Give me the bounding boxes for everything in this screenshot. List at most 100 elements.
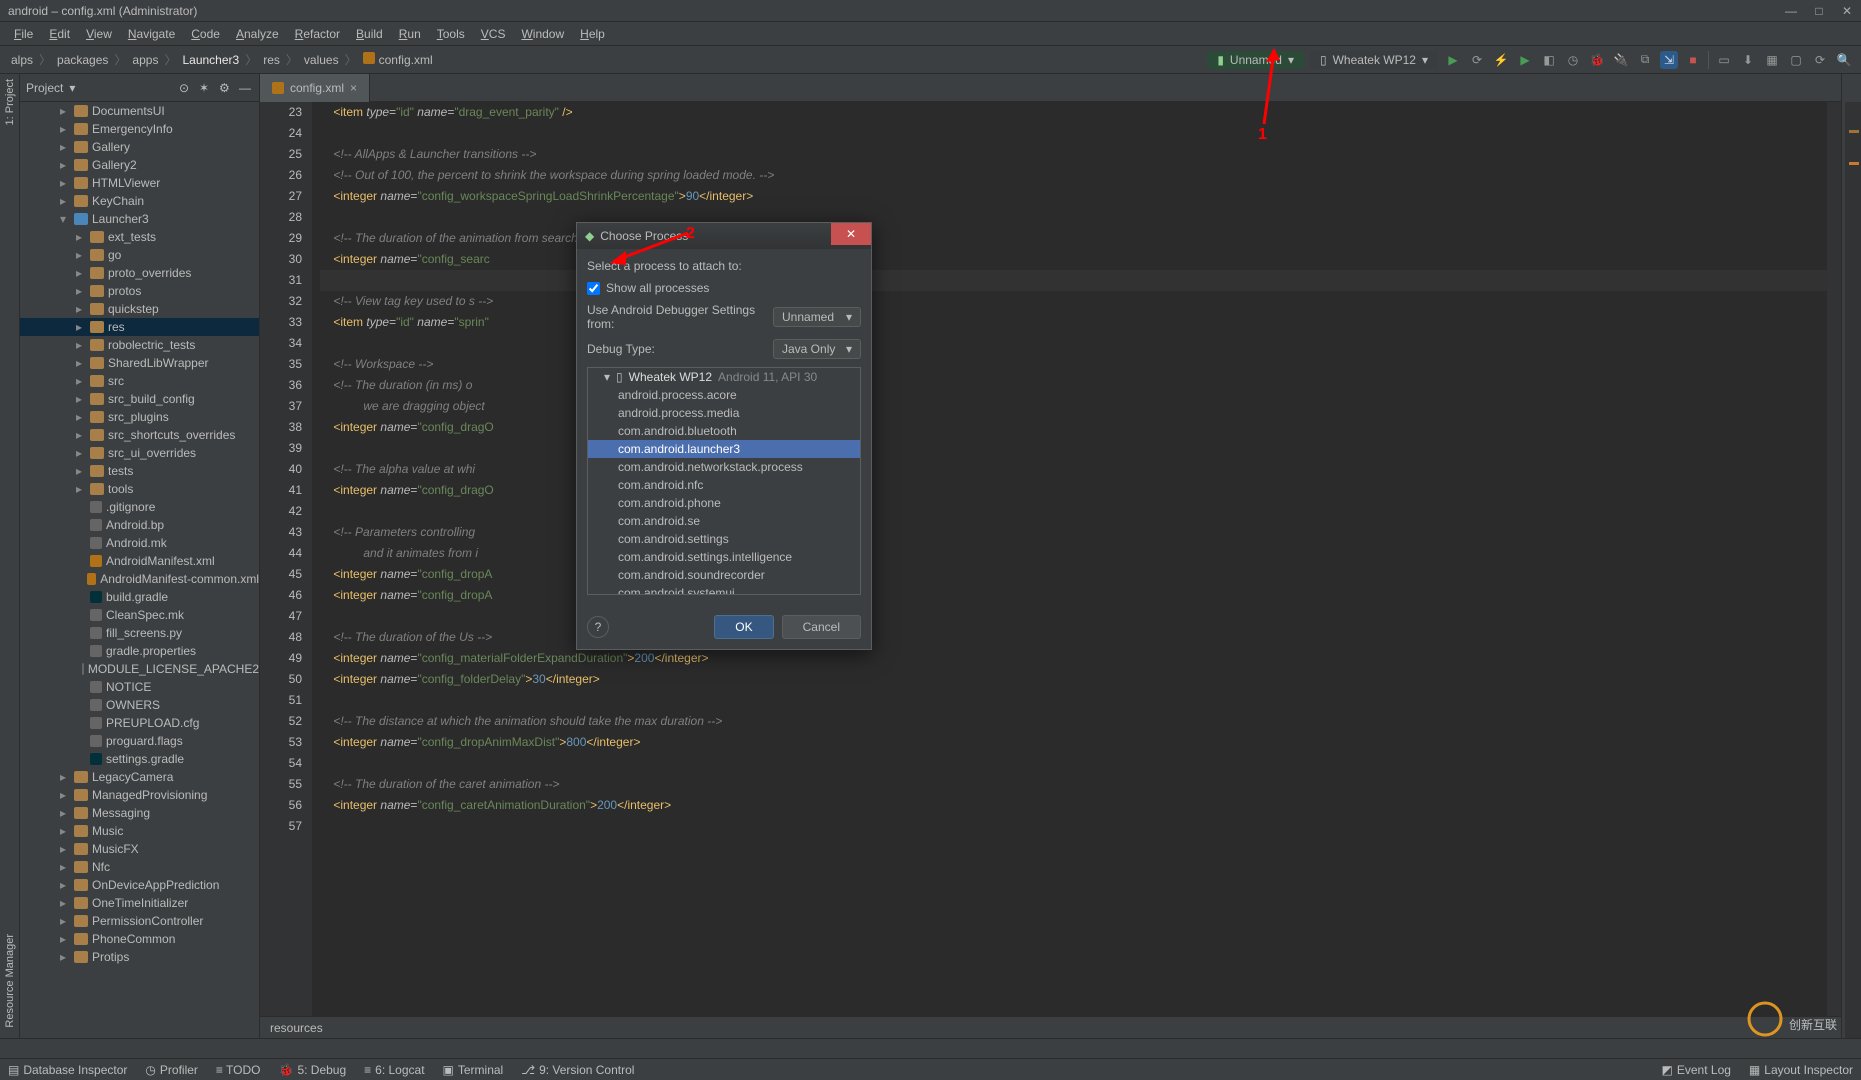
tree-folder-gallery2[interactable]: ▸Gallery2 [20, 156, 259, 174]
process-item[interactable]: com.android.bluetooth [588, 422, 860, 440]
tool-tab-profiler[interactable]: ◷Profiler [145, 1063, 198, 1077]
tool-tab-terminal[interactable]: ▣Terminal [443, 1063, 504, 1077]
tree-file-fill-screens-py[interactable]: fill_screens.py [20, 624, 259, 642]
locate-icon[interactable]: ⊙ [179, 81, 193, 95]
tree-file-gradle-properties[interactable]: gradle.properties [20, 642, 259, 660]
ok-button[interactable]: OK [714, 615, 773, 639]
tool-tab-layoutinspector[interactable]: ▦Layout Inspector [1749, 1063, 1853, 1077]
process-item[interactable]: com.android.nfc [588, 476, 860, 494]
tree-folder-htmlviewer[interactable]: ▸HTMLViewer [20, 174, 259, 192]
menu-edit[interactable]: Edit [41, 23, 78, 45]
tree-folder-emergencyinfo[interactable]: ▸EmergencyInfo [20, 120, 259, 138]
sdk-manager-icon[interactable]: ⬇ [1739, 51, 1757, 69]
resource-manager-icon[interactable]: ▦ [1763, 51, 1781, 69]
menu-vcs[interactable]: VCS [473, 23, 514, 45]
device-header[interactable]: ▾▯Wheatek WP12 Android 11, API 30 [588, 368, 860, 386]
tree-folder-documentsui[interactable]: ▸DocumentsUI [20, 102, 259, 120]
breadcrumb-item[interactable]: res [260, 53, 283, 67]
tool-tab-todo[interactable]: ≡ TODO [216, 1063, 261, 1077]
tree-folder-messaging[interactable]: ▸Messaging [20, 804, 259, 822]
expand-icon[interactable]: ✶ [199, 81, 213, 95]
tree-folder-keychain[interactable]: ▸KeyChain [20, 192, 259, 210]
breadcrumb-item[interactable]: apps [129, 53, 161, 67]
tree-folder-launcher3[interactable]: ▾Launcher3 [20, 210, 259, 228]
breadcrumb-item[interactable]: config.xml [360, 53, 436, 67]
tree-folder-src[interactable]: ▸src [20, 372, 259, 390]
tree-file-cleanspec-mk[interactable]: CleanSpec.mk [20, 606, 259, 624]
tree-file-module-license-apache2[interactable]: MODULE_LICENSE_APACHE2 [20, 660, 259, 678]
hide-icon[interactable]: — [239, 81, 253, 95]
process-item[interactable]: com.android.settings.intelligence [588, 548, 860, 566]
breadcrumb-item[interactable]: Launcher3 [179, 53, 242, 67]
dialog-close-icon[interactable]: ✕ [831, 223, 871, 245]
apply-changes-icon[interactable]: ⟳ [1468, 51, 1486, 69]
process-item[interactable]: com.android.soundrecorder [588, 566, 860, 584]
tree-folder-legacycamera[interactable]: ▸LegacyCamera [20, 768, 259, 786]
breadcrumb-item[interactable]: alps [8, 53, 36, 67]
process-item[interactable]: com.android.settings [588, 530, 860, 548]
tree-folder-protips[interactable]: ▸Protips [20, 948, 259, 966]
editor-breadcrumb[interactable]: resources [260, 1016, 1841, 1038]
tree-folder-src-ui-overrides[interactable]: ▸src_ui_overrides [20, 444, 259, 462]
tree-folder-robolectric-tests[interactable]: ▸robolectric_tests [20, 336, 259, 354]
process-item[interactable]: com.android.se [588, 512, 860, 530]
menu-code[interactable]: Code [183, 23, 228, 45]
gear-icon[interactable]: ⚙ [219, 81, 233, 95]
debug-type-combo[interactable]: Java Only▾ [773, 339, 861, 359]
debug-icon[interactable]: ▶ [1516, 51, 1534, 69]
search-icon[interactable]: 🔍 [1835, 51, 1853, 69]
tree-folder-music[interactable]: ▸Music [20, 822, 259, 840]
menu-view[interactable]: View [78, 23, 120, 45]
tree-folder-gallery[interactable]: ▸Gallery [20, 138, 259, 156]
run-config-selector[interactable]: ▮ Unnamed ▾ [1207, 51, 1304, 69]
tree-file-androidmanifest-xml[interactable]: AndroidManifest.xml [20, 552, 259, 570]
tool-tab-logcat[interactable]: ≡6: Logcat [364, 1063, 424, 1077]
tree-file-build-gradle[interactable]: build.gradle [20, 588, 259, 606]
device-selector[interactable]: ▯ Wheatek WP12 ▾ [1310, 51, 1438, 69]
tree-folder-tests[interactable]: ▸tests [20, 462, 259, 480]
tree-folder-quickstep[interactable]: ▸quickstep [20, 300, 259, 318]
tree-folder-onetimeinitializer[interactable]: ▸OneTimeInitializer [20, 894, 259, 912]
tree-folder-src-build-config[interactable]: ▸src_build_config [20, 390, 259, 408]
tree-folder-nfc[interactable]: ▸Nfc [20, 858, 259, 876]
menu-navigate[interactable]: Navigate [120, 23, 183, 45]
attach-to-process-icon[interactable]: ⇲ [1660, 51, 1678, 69]
tool-tab-vcs[interactable]: ⎇9: Version Control [521, 1063, 634, 1077]
process-item[interactable]: com.android.phone [588, 494, 860, 512]
tool-tab-debug[interactable]: 🐞5: Debug [278, 1063, 346, 1077]
project-view-selector[interactable]: Project [26, 81, 63, 95]
menu-help[interactable]: Help [572, 23, 613, 45]
tree-folder-ondeviceappprediction[interactable]: ▸OnDeviceAppPrediction [20, 876, 259, 894]
tree-file-owners[interactable]: OWNERS [20, 696, 259, 714]
help-icon[interactable]: ? [587, 616, 609, 638]
tool-tab-eventlog[interactable]: ◩Event Log [1662, 1063, 1731, 1077]
tree-folder-tools[interactable]: ▸tools [20, 480, 259, 498]
process-item[interactable]: android.process.media [588, 404, 860, 422]
editor-tab-config[interactable]: config.xml × [260, 74, 370, 102]
tree-folder-src-plugins[interactable]: ▸src_plugins [20, 408, 259, 426]
menu-file[interactable]: File [6, 23, 41, 45]
tree-file-android-mk[interactable]: Android.mk [20, 534, 259, 552]
attach-debugger-icon[interactable]: 🔌 [1612, 51, 1630, 69]
process-item[interactable]: android.process.acore [588, 386, 860, 404]
tree-folder-sharedlibwrapper[interactable]: ▸SharedLibWrapper [20, 354, 259, 372]
tree-file-preupload-cfg[interactable]: PREUPLOAD.cfg [20, 714, 259, 732]
tree-file--gitignore[interactable]: .gitignore [20, 498, 259, 516]
menu-analyze[interactable]: Analyze [228, 23, 287, 45]
tree-folder-phonecommon[interactable]: ▸PhoneCommon [20, 930, 259, 948]
process-item[interactable]: com.android.launcher3 [588, 440, 860, 458]
apply-code-icon[interactable]: ⚡ [1492, 51, 1510, 69]
tree-folder-ext-tests[interactable]: ▸ext_tests [20, 228, 259, 246]
menu-window[interactable]: Window [513, 23, 572, 45]
process-item[interactable]: com.android.networkstack.process [588, 458, 860, 476]
menu-build[interactable]: Build [348, 23, 391, 45]
breadcrumb-item[interactable]: values [301, 53, 342, 67]
cancel-button[interactable]: Cancel [782, 615, 861, 639]
breadcrumb-item[interactable]: packages [54, 53, 111, 67]
tab-close-icon[interactable]: × [350, 81, 357, 95]
menu-run[interactable]: Run [391, 23, 429, 45]
tree-folder-musicfx[interactable]: ▸MusicFX [20, 840, 259, 858]
tree-folder-src-shortcuts-overrides[interactable]: ▸src_shortcuts_overrides [20, 426, 259, 444]
tool-tab-database[interactable]: ▤Database Inspector [8, 1063, 127, 1077]
tree-file-proguard-flags[interactable]: proguard.flags [20, 732, 259, 750]
